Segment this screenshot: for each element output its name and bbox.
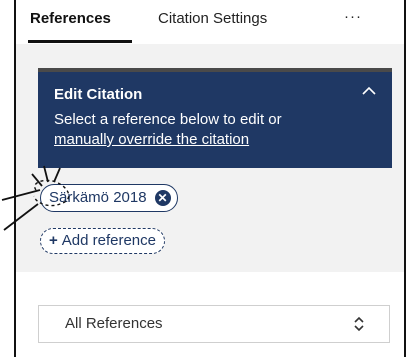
annotation-scribble <box>1 165 70 231</box>
chevron-up-icon[interactable] <box>360 82 378 100</box>
manual-override-link[interactable]: manually override the citation <box>54 131 249 148</box>
add-reference-label: Add reference <box>61 232 156 249</box>
edit-citation-description: Select a reference below to edit or manu… <box>54 110 364 150</box>
filter-select-value: All References <box>65 315 163 332</box>
edit-citation-title: Edit Citation <box>54 86 143 103</box>
tab-references[interactable]: References <box>30 10 111 27</box>
tab-bar: References Citation Settings ··· <box>16 0 404 44</box>
edit-citation-card: Edit Citation Select a reference below t… <box>38 68 392 168</box>
close-circle-icon[interactable]: ✕ <box>154 190 171 206</box>
references-panel: Edit Citation Select a reference below t… <box>16 44 404 272</box>
tab-citation-settings[interactable]: Citation Settings <box>158 10 267 27</box>
more-options-button[interactable]: ··· <box>344 8 362 25</box>
references-filter-select[interactable]: All References <box>38 305 390 343</box>
citation-pane: References Citation Settings ··· Edit Ci… <box>14 0 406 357</box>
up-down-chevron-icon <box>354 316 364 332</box>
edit-citation-text: Select a reference below to edit or <box>54 111 282 128</box>
active-tab-indicator <box>28 40 132 43</box>
filter-area: All References <box>16 272 404 357</box>
